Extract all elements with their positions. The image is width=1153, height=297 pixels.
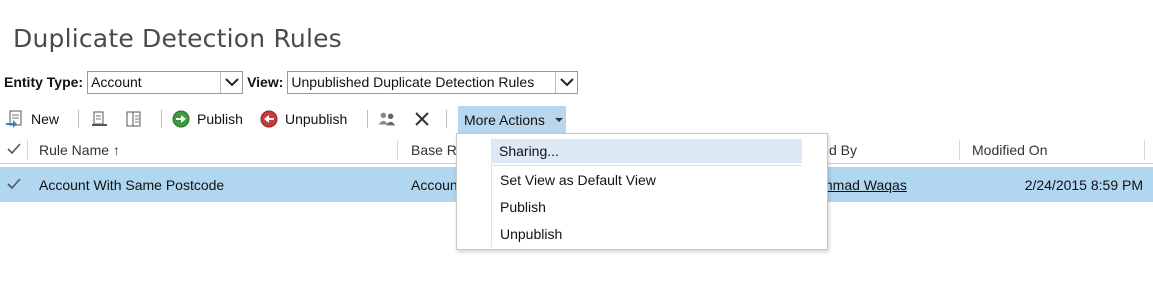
unpublish-label: Unpublish <box>285 111 348 127</box>
column-divider <box>397 140 398 160</box>
toolbar-divider <box>367 110 368 128</box>
menu-item-publish[interactable]: Publish <box>492 195 802 219</box>
view-select[interactable]: Unpublished Duplicate Detection Rules <box>287 70 579 94</box>
modified-on-cell: 2/24/2015 8:59 PM <box>1024 176 1143 193</box>
publish-button[interactable]: Publish <box>171 106 243 132</box>
edit-button[interactable] <box>90 106 116 132</box>
command-bar: New Publish Unpublish <box>0 106 1153 132</box>
form-button[interactable] <box>124 106 150 132</box>
more-actions-label: More Actions <box>464 111 545 128</box>
toolbar-divider <box>446 110 447 128</box>
column-header-modified-by[interactable]: d By <box>829 136 857 164</box>
menu-item-set-default-view[interactable]: Set View as Default View <box>492 168 802 192</box>
filter-bar: Entity Type: Account View: Unpublished D… <box>4 70 579 94</box>
menu-divider <box>493 165 801 166</box>
new-label: New <box>31 111 60 127</box>
check-icon <box>7 142 21 158</box>
row-checkbox[interactable] <box>7 167 21 202</box>
users-icon <box>377 109 397 129</box>
select-all-checkbox[interactable] <box>7 136 21 164</box>
unpublish-button[interactable]: Unpublish <box>259 106 347 132</box>
column-header-rule-name[interactable]: Rule Name ↑ <box>39 136 120 164</box>
rule-name-cell: Account With Same Postcode <box>39 176 225 193</box>
base-record-type-cell: Accoun <box>411 176 458 193</box>
delete-button[interactable] <box>412 106 438 132</box>
chevron-down-icon[interactable] <box>220 71 243 93</box>
chevron-down-icon[interactable] <box>555 71 578 93</box>
view-label: View: <box>247 74 284 90</box>
delete-icon <box>412 109 432 129</box>
toolbar-divider <box>78 110 79 128</box>
unpublish-icon <box>259 109 279 129</box>
entity-type-label: Entity Type: <box>4 74 84 90</box>
page-title: Duplicate Detection Rules <box>13 24 342 53</box>
edit-icon <box>90 109 110 129</box>
modified-by-link[interactable]: mmad Waqas <box>821 167 907 202</box>
column-header-modified-on[interactable]: Modified On <box>972 136 1047 164</box>
entity-type-select[interactable]: Account <box>87 70 244 94</box>
more-actions-button[interactable]: More Actions <box>458 106 566 133</box>
publish-icon <box>171 109 191 129</box>
column-divider <box>1144 140 1145 160</box>
view-value: Unpublished Duplicate Detection Rules <box>291 74 535 90</box>
toolbar-divider <box>161 110 162 128</box>
column-divider <box>959 140 960 160</box>
publish-label: Publish <box>197 111 243 127</box>
caret-down-icon <box>554 117 563 123</box>
more-actions-menu: Sharing... Set View as Default View Publ… <box>456 133 828 250</box>
menu-item-unpublish[interactable]: Unpublish <box>492 222 802 246</box>
assign-button[interactable] <box>377 106 403 132</box>
entity-type-value: Account <box>91 74 142 90</box>
menu-item-sharing[interactable]: Sharing... <box>491 139 802 163</box>
new-document-icon <box>5 109 25 129</box>
check-icon <box>7 177 21 193</box>
column-divider <box>27 140 28 160</box>
form-icon <box>124 109 144 129</box>
new-button[interactable]: New <box>5 106 59 132</box>
